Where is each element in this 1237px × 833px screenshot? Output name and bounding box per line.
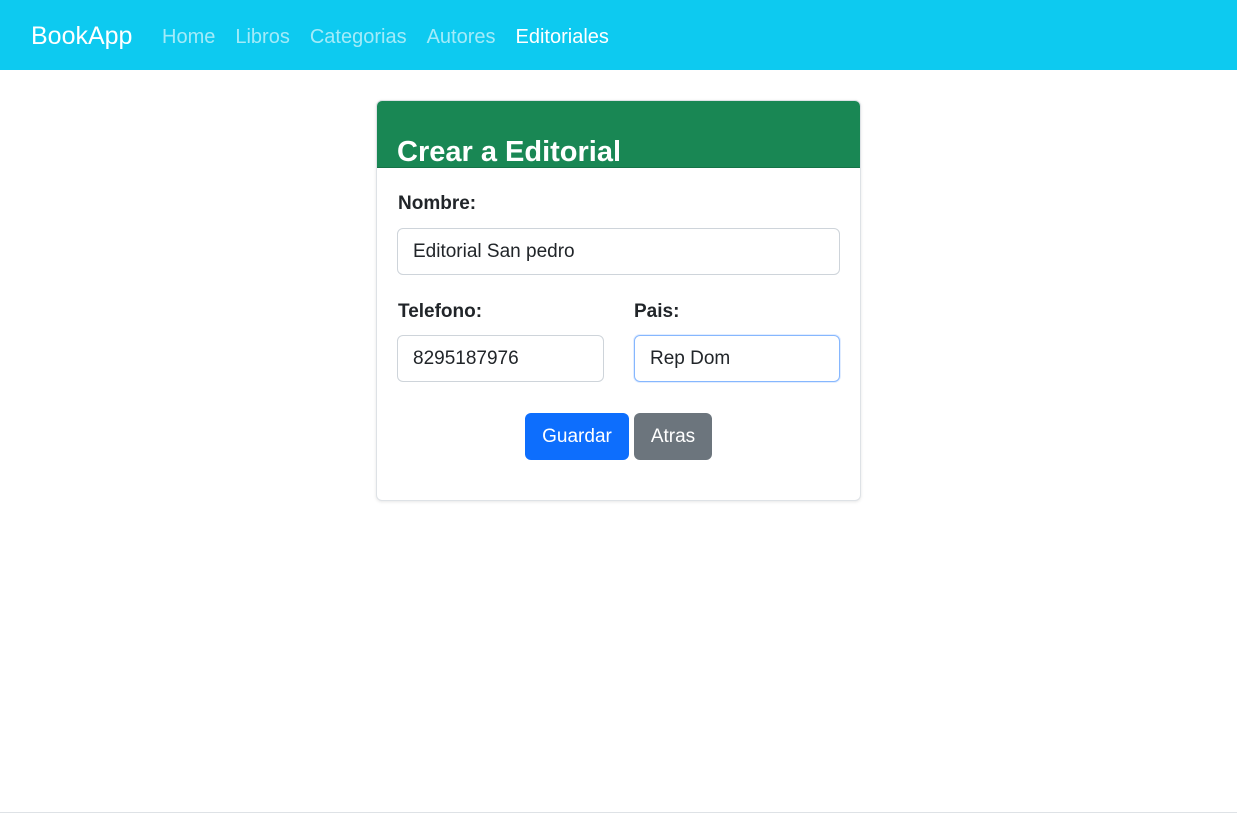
nombre-input[interactable] [397,228,840,275]
pais-label: Pais: [634,301,680,322]
nombre-label: Nombre: [398,193,477,214]
nav-links: Home Libros Categorias Autores Editorial… [162,24,629,50]
nav-link-categorias[interactable]: Categorias [310,24,407,50]
page-title: Crear a Editorial [397,136,622,169]
nav-link-libros[interactable]: Libros [235,24,289,50]
back-button[interactable]: Atras [634,413,712,460]
pais-input[interactable] [634,335,840,382]
create-editorial-card: Crear a Editorial Nombre: Telefono: Pais… [376,100,861,501]
save-button[interactable]: Guardar [525,413,629,460]
nav-link-home[interactable]: Home [162,24,215,50]
nav-link-autores[interactable]: Autores [427,24,496,50]
nav-link-editoriales[interactable]: Editoriales [516,24,609,50]
page-bottom-divider [0,812,1237,813]
top-navbar: BookApp Home Libros Categorias Autores E… [0,0,1237,70]
telefono-input[interactable] [397,335,604,382]
card-header: Crear a Editorial [377,101,860,168]
telefono-label: Telefono: [398,301,483,322]
brand-link[interactable]: BookApp [31,20,132,52]
